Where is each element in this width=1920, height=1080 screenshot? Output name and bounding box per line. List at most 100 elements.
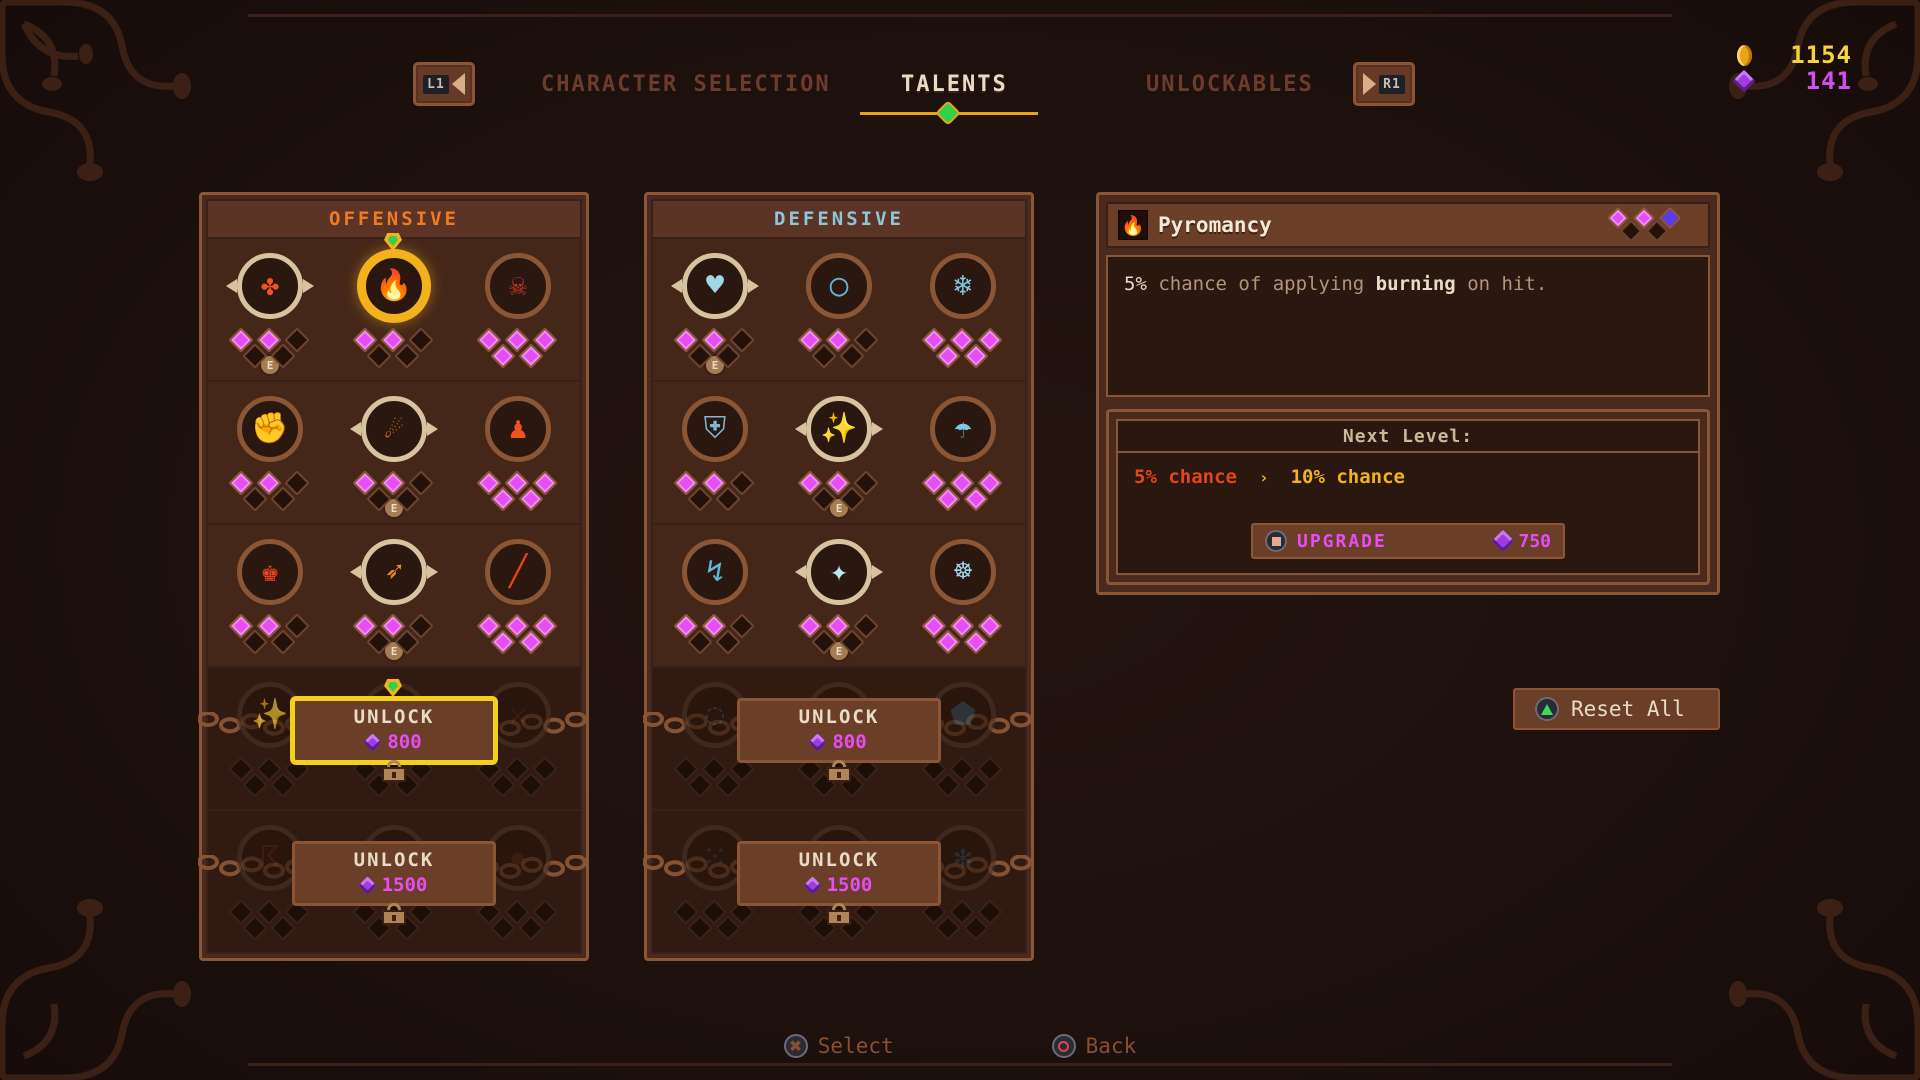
talent-slot[interactable]: ☸ (911, 539, 1015, 655)
purple-gem-icon (363, 732, 383, 752)
talent-icon-orb[interactable]: ❄ (930, 253, 996, 319)
talent-pips (346, 470, 442, 512)
talent-pips (470, 613, 566, 655)
tab-unlockables[interactable]: UNLOCKABLES (1146, 72, 1314, 97)
talent-pips (470, 470, 566, 512)
next-level-body: 5% chance › 10% chance UPGRADE 750 (1116, 453, 1700, 575)
talent-icon-orb[interactable]: 🔥 (361, 253, 427, 319)
top-border-line (248, 14, 1672, 17)
purple-gem-icon (357, 875, 377, 895)
talent-slot[interactable]: ✊ (218, 396, 322, 512)
talent-column-defensive: DEFENSIVE♥E◯❄⛨✨E☂↯✦E☸◌⁂⬟UNLOCK800⁙⚔✻UNLO… (642, 192, 1034, 961)
locked-talent-icon: ✹ (508, 840, 528, 875)
talent-row: ⛨ ✨ E ☂ (651, 382, 1027, 525)
description-post: on hit. (1455, 273, 1548, 295)
unlock-button[interactable]: UNLOCK 800 (292, 679, 496, 782)
selection-cursor-icon (384, 679, 402, 699)
column-title-label: DEFENSIVE (774, 208, 904, 230)
unlock-cost: 800 (808, 731, 867, 753)
unlock-label: UNLOCK (798, 849, 880, 871)
talent-slot[interactable]: ♚ (218, 539, 322, 655)
chevron-right-icon (1363, 73, 1377, 95)
talent-pips (915, 756, 1011, 798)
detail-description-box: 5% chance of applying burning on hit. (1106, 255, 1710, 397)
square-button-icon (1265, 530, 1287, 552)
upgrade-button[interactable]: UPGRADE 750 (1251, 523, 1565, 559)
talent-slot[interactable]: ╱ (466, 539, 570, 655)
unlock-price: 1500 (381, 874, 428, 896)
shield-icon: ⛨ (703, 411, 727, 446)
talent-icon-orb[interactable]: ♟ (485, 396, 551, 462)
column-title: DEFENSIVE (651, 199, 1027, 239)
talent-slot[interactable]: ↯ (663, 539, 767, 655)
talent-icon-orb[interactable]: ⛨ (682, 396, 748, 462)
flame-icon: 🔥 (1118, 210, 1148, 240)
tab-character-selection[interactable]: CHARACTER SELECTION (541, 72, 831, 97)
talent-row: ✤ E 🔥 ☠ (206, 233, 582, 382)
talent-icon-orb[interactable]: ☠ (485, 253, 551, 319)
nav-prev-tab-button[interactable]: L1 (413, 62, 475, 106)
talent-level-pips (1606, 206, 1698, 243)
talent-slot[interactable]: ☠ (466, 253, 570, 369)
arrow-right-icon: › (1258, 467, 1269, 487)
shield-ring-icon: ◯ (829, 268, 849, 303)
next-value: 10% chance (1290, 466, 1405, 488)
talent-pips (667, 899, 763, 941)
unlock-button[interactable]: UNLOCK 1500 (737, 841, 941, 925)
talent-icon-orb[interactable]: ☂ (930, 396, 996, 462)
talent-icon-orb[interactable]: ♚ (237, 539, 303, 605)
talent-icon-orb[interactable]: ☄ (350, 396, 438, 462)
talent-slot[interactable]: ♥ E (663, 253, 767, 376)
star-burst-icon: ✦ (829, 554, 849, 589)
comet-icon: ☄ (384, 411, 404, 446)
talent-slot[interactable]: ✨ E (787, 396, 891, 519)
unlock-button[interactable]: UNLOCK 800 (737, 698, 941, 782)
lock-icon (827, 903, 851, 925)
talent-slot[interactable]: ◯ (787, 253, 891, 369)
talent-slot[interactable]: 🔥 (342, 233, 446, 369)
talent-slot[interactable]: ✤ E (218, 253, 322, 376)
talent-pips (222, 470, 318, 512)
talent-pips (667, 327, 763, 369)
talent-icon-orb[interactable]: ✨ (795, 396, 883, 462)
talent-pips (915, 327, 1011, 369)
talent-slot[interactable]: ➶ E (342, 539, 446, 662)
locked-talent-icon: ☈ (260, 840, 280, 875)
reset-all-button[interactable]: Reset All (1513, 688, 1720, 730)
talent-slot[interactable]: ✦ E (787, 539, 891, 662)
next-level-title: Next Level: (1116, 419, 1700, 453)
talent-icon-orb[interactable]: ✤ (226, 253, 314, 319)
talent-pips (667, 470, 763, 512)
bottom-border-line (248, 1063, 1672, 1066)
talent-icon-orb[interactable]: ☸ (930, 539, 996, 605)
active-tab-marker-icon (938, 103, 958, 123)
unlock-cost: 1500 (357, 874, 428, 896)
locked-talent-icon: ✨ (251, 697, 289, 732)
talent-detail-panel: 🔥 Pyromancy 5% chance of applying burnin… (1096, 192, 1720, 595)
tab-talents[interactable]: TALENTS (901, 72, 1008, 97)
talent-pips (470, 899, 566, 941)
talent-slot[interactable]: ☄ E (342, 396, 446, 519)
lock-icon (382, 760, 406, 782)
talent-icon-orb[interactable]: ✊ (237, 396, 303, 462)
talent-row: ♥ E ◯ ❄ (651, 239, 1027, 382)
talent-icon-orb[interactable]: ✦ (795, 539, 883, 605)
talent-row: ↯ ✦ E ☸ (651, 525, 1027, 668)
unlock-button[interactable]: UNLOCK 1500 (292, 841, 496, 925)
talent-slot[interactable]: ❄ (911, 253, 1015, 369)
talent-slot[interactable]: ♟ (466, 396, 570, 512)
talent-icon-orb[interactable]: ╱ (485, 539, 551, 605)
talent-icon-orb[interactable]: ◯ (806, 253, 872, 319)
nav-next-tab-button[interactable]: R1 (1353, 62, 1415, 106)
next-level-comparison: 5% chance › 10% chance (1134, 466, 1682, 488)
talent-slot[interactable]: ☂ (911, 396, 1015, 512)
talent-icon-orb[interactable]: ♥ (671, 253, 759, 319)
dash-icon: ↯ (705, 554, 725, 589)
circle-button-icon (1051, 1034, 1076, 1058)
description-mid: chance of applying (1146, 273, 1376, 295)
lock-icon (827, 760, 851, 782)
talent-slot[interactable]: ⛨ (663, 396, 767, 512)
talent-icon-orb[interactable]: ➶ (350, 539, 438, 605)
talent-icon-orb[interactable]: ↯ (682, 539, 748, 605)
skull-icon: ☠ (508, 268, 528, 303)
